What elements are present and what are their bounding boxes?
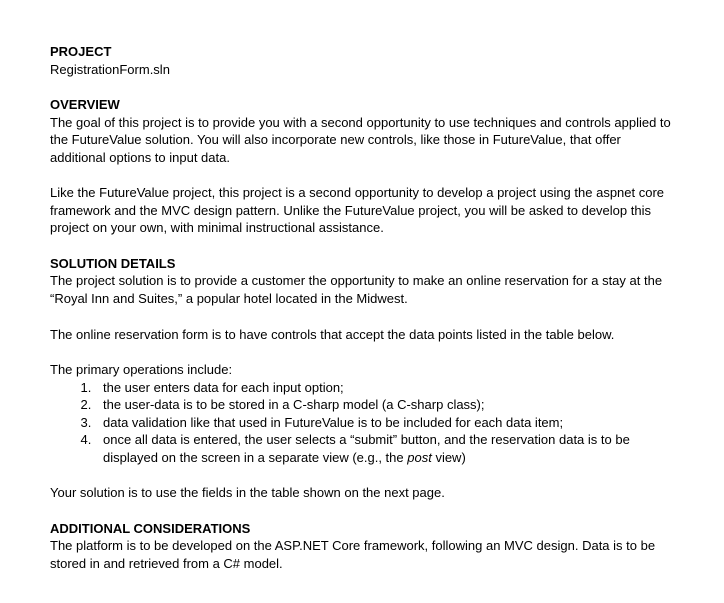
solution-para3: Your solution is to use the fields in th… <box>50 484 674 502</box>
solution-section: SOLUTION DETAILS The project solution is… <box>50 255 674 502</box>
overview-heading: OVERVIEW <box>50 96 674 114</box>
additional-para1: The platform is to be developed on the A… <box>50 537 674 572</box>
solution-ops-list: the user enters data for each input opti… <box>50 379 674 467</box>
list-item: the user enters data for each input opti… <box>95 379 674 397</box>
list-item: the user-data is to be stored in a C-sha… <box>95 396 674 414</box>
op4-post: view) <box>432 450 466 465</box>
overview-para1: The goal of this project is to provide y… <box>50 114 674 167</box>
overview-para2: Like the FutureValue project, this proje… <box>50 184 674 237</box>
project-name: RegistrationForm.sln <box>50 61 674 79</box>
project-section: PROJECT RegistrationForm.sln <box>50 43 674 78</box>
op4-pre: once all data is entered, the user selec… <box>103 432 630 465</box>
overview-section: OVERVIEW The goal of this project is to … <box>50 96 674 237</box>
additional-heading: ADDITIONAL CONSIDERATIONS <box>50 520 674 538</box>
op4-italic: post <box>407 450 432 465</box>
list-item: data validation like that used in Future… <box>95 414 674 432</box>
solution-para2: The online reservation form is to have c… <box>50 326 674 344</box>
solution-heading: SOLUTION DETAILS <box>50 255 674 273</box>
solution-ops-intro: The primary operations include: <box>50 361 674 379</box>
additional-section: ADDITIONAL CONSIDERATIONS The platform i… <box>50 520 674 573</box>
list-item: once all data is entered, the user selec… <box>95 431 674 466</box>
project-heading: PROJECT <box>50 43 674 61</box>
solution-para1: The project solution is to provide a cus… <box>50 272 674 307</box>
